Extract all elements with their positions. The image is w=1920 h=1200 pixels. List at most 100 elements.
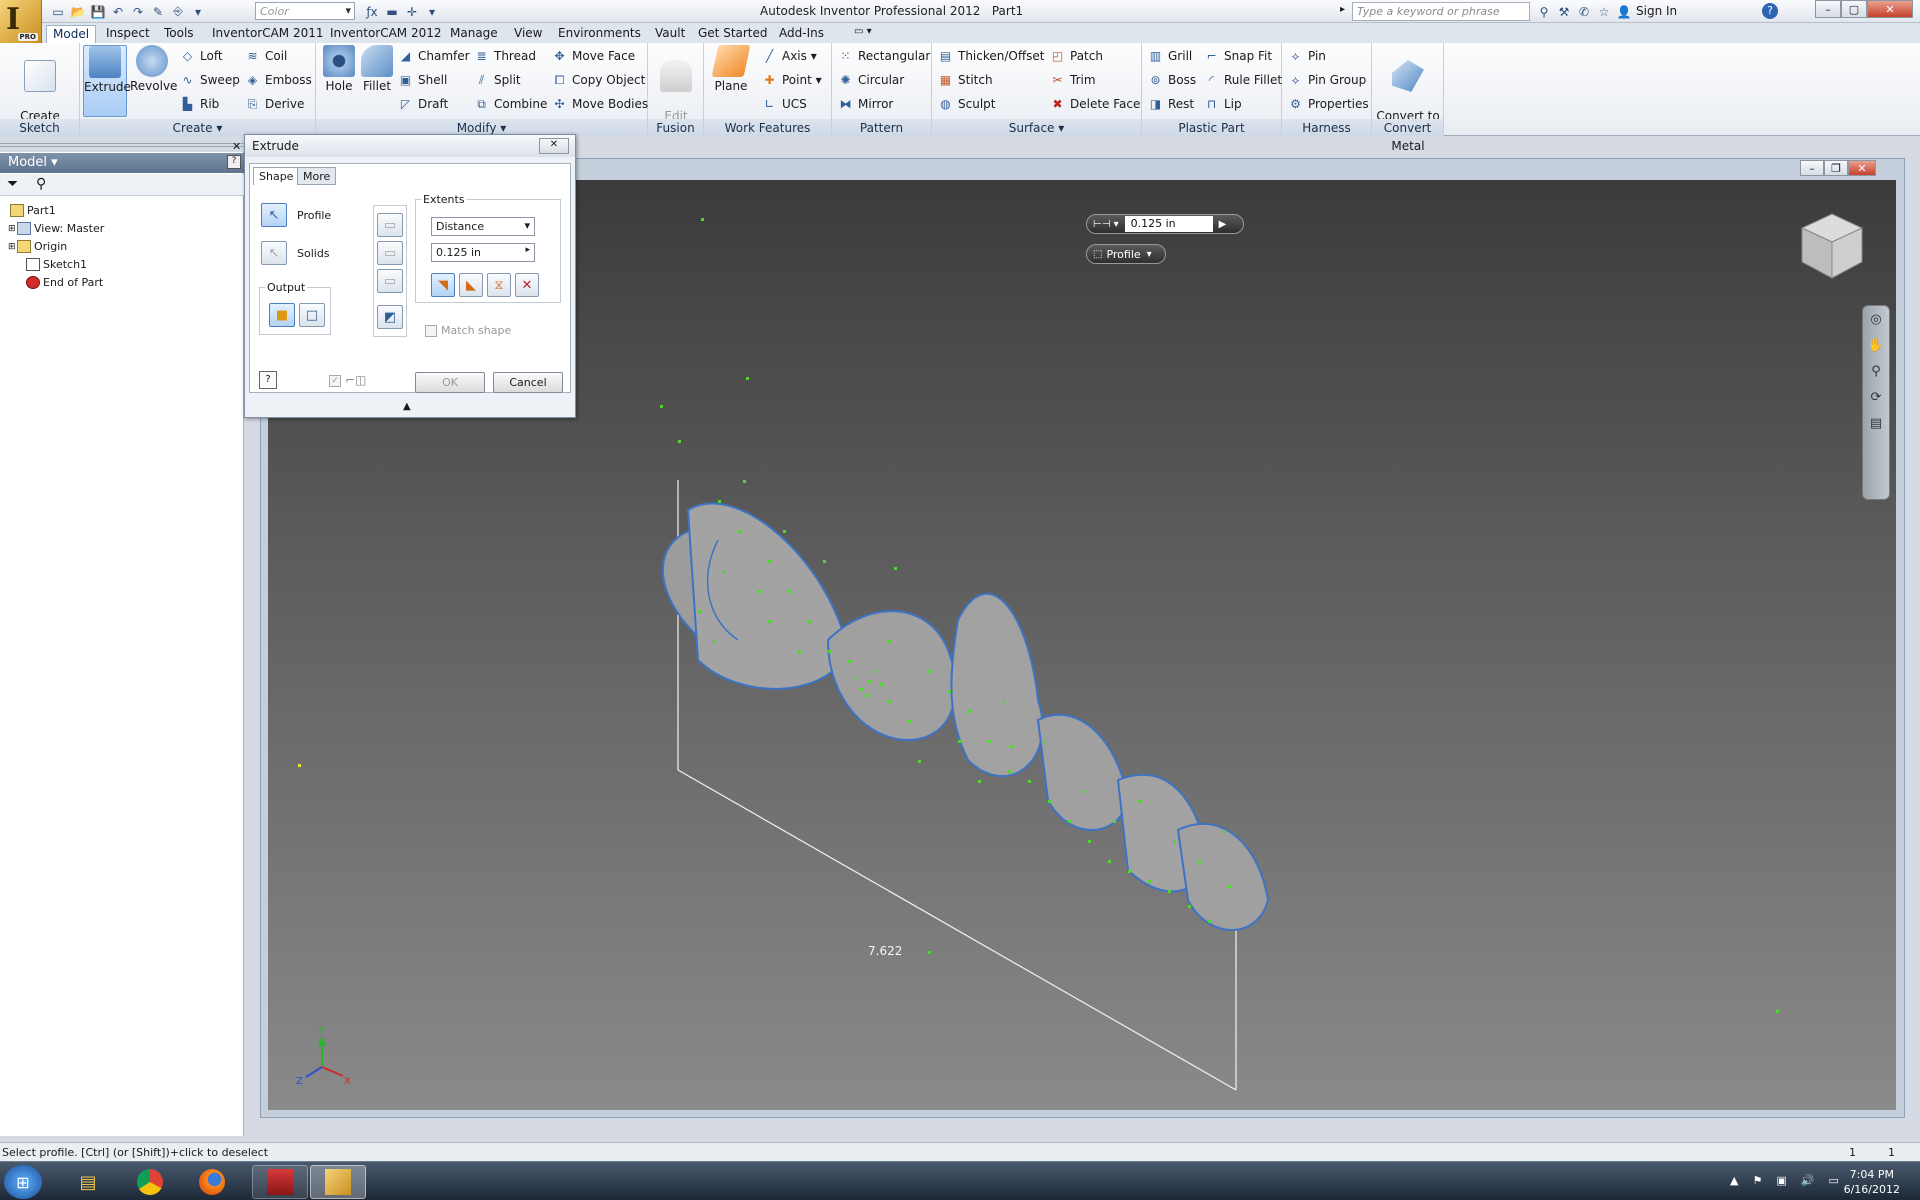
sculpt-button[interactable]: ◍ Sculpt xyxy=(938,93,995,115)
close-button[interactable]: ✕ xyxy=(1867,0,1913,18)
thicken-offset-button[interactable]: ▤ Thicken/Offset xyxy=(938,45,1045,67)
copy-object-button[interactable]: ⧠ Copy Object xyxy=(552,69,646,91)
tab-manage[interactable]: Manage xyxy=(444,25,504,43)
search-expand-icon[interactable]: ▸ xyxy=(1340,4,1345,15)
tab-inventorcam-2012[interactable]: InventorCAM 2012 xyxy=(324,25,448,43)
tree-item-end-of-part[interactable]: End of Part xyxy=(26,276,103,289)
axis-button[interactable]: ╱ Axis ▾ xyxy=(762,45,817,67)
ok-button[interactable]: OK xyxy=(415,372,485,393)
plane-button[interactable]: Plane xyxy=(710,45,752,94)
symmetric-button[interactable]: ⧖ xyxy=(487,273,511,297)
expand-icon[interactable]: ⊞ xyxy=(8,224,17,234)
cancel-button[interactable]: Cancel xyxy=(493,372,563,393)
revolve-button[interactable]: Revolve xyxy=(130,45,177,94)
output-solid-button[interactable]: ■ xyxy=(269,303,295,327)
circular-button[interactable]: ✺ Circular xyxy=(838,69,904,91)
extents-type-select[interactable]: Distance ▾ xyxy=(431,217,535,236)
asymmetric-button[interactable]: ✕ xyxy=(515,273,539,297)
profile-select-button[interactable]: ↖ xyxy=(261,203,287,227)
save-icon[interactable]: 💾 xyxy=(88,3,108,20)
solids-select-button[interactable]: ↖ xyxy=(261,241,287,265)
return-icon[interactable]: ⎆ xyxy=(168,3,188,20)
combine-button[interactable]: ⧉ Combine xyxy=(474,93,547,115)
tree-item-part1[interactable]: Part1 xyxy=(10,204,56,217)
tab-environments[interactable]: Environments xyxy=(552,25,647,43)
split-button[interactable]: ⫽ Split xyxy=(474,69,521,91)
redo-icon[interactable]: ↷ xyxy=(128,3,148,20)
tree-item-sketch1[interactable]: Sketch1 xyxy=(26,258,87,271)
ucs-button[interactable]: ∟ UCS xyxy=(762,93,806,115)
tab-view[interactable]: View xyxy=(508,25,548,43)
taskbar-clock[interactable]: 7:04 PM 6/16/2012 xyxy=(1844,1167,1900,1197)
sign-in-link[interactable]: Sign In xyxy=(1636,4,1677,18)
sketch-profile[interactable] xyxy=(636,496,1270,931)
application-menu-button[interactable]: I PRO xyxy=(0,0,42,44)
move-icon[interactable]: ✛ xyxy=(402,3,422,20)
lip-button[interactable]: ⊓ Lip xyxy=(1204,93,1242,115)
fillet-button[interactable]: Fillet xyxy=(358,45,396,94)
emboss-button[interactable]: ◈ Emboss xyxy=(245,69,312,91)
favorites-icon[interactable]: ☆ xyxy=(1594,3,1614,20)
volume-icon[interactable]: 🔊 xyxy=(1801,1174,1815,1187)
tab-get-started[interactable]: Get Started xyxy=(692,25,774,43)
direction-button-3[interactable]: ▭ xyxy=(377,269,403,293)
browser-grip[interactable] xyxy=(0,143,244,147)
expand-icon[interactable]: ⊞ xyxy=(8,242,17,252)
user-icon[interactable]: 👤 xyxy=(1614,3,1634,20)
draft-button[interactable]: ◸ Draft xyxy=(398,93,448,115)
network-icon[interactable]: ▣ xyxy=(1776,1174,1786,1187)
rectangular-button[interactable]: ⁙ Rectangular xyxy=(838,45,930,67)
dialog-help-button[interactable]: ? xyxy=(259,371,277,389)
boss-button[interactable]: ⊚ Boss xyxy=(1148,69,1196,91)
doc-restore-button[interactable]: ❐ xyxy=(1824,160,1848,176)
browser-help-icon[interactable]: ? xyxy=(227,155,241,169)
tree-item-origin[interactable]: ⊞ Origin xyxy=(8,240,67,253)
extrude-button[interactable]: Extrude xyxy=(83,45,131,117)
rule-fillet-button[interactable]: ◜ Rule Fillet xyxy=(1204,69,1282,91)
autocad-taskbar-button[interactable] xyxy=(252,1165,308,1199)
move-face-button[interactable]: ✥ Move Face xyxy=(552,45,635,67)
maximize-button[interactable]: ▢ xyxy=(1841,0,1867,18)
tab-inspect[interactable]: Inspect xyxy=(100,25,156,43)
browser-close-icon[interactable]: ✕ xyxy=(232,140,241,153)
patch-button[interactable]: ◰ Patch xyxy=(1050,45,1103,67)
shell-button[interactable]: ▣ Shell xyxy=(398,69,447,91)
point-button[interactable]: ✚ Point ▾ xyxy=(762,69,821,91)
hole-button[interactable]: Hole xyxy=(320,45,358,94)
ribbon-options-icon[interactable]: ▭ ▾ xyxy=(848,25,878,43)
direction-2-button[interactable]: ◣ xyxy=(459,273,483,297)
pan-icon[interactable]: ✋ xyxy=(1866,338,1886,358)
mirror-button[interactable]: ⧓ Mirror xyxy=(838,93,894,115)
profile-mini-toolbar[interactable]: ⬚ Profile ▾ xyxy=(1086,244,1166,264)
match-shape-checkbox[interactable] xyxy=(425,325,437,337)
firefox-taskbar-button[interactable] xyxy=(190,1165,234,1199)
tab-shape[interactable]: Shape xyxy=(253,167,300,185)
snap-fit-button[interactable]: ⌐ Snap Fit xyxy=(1204,45,1272,67)
undo-icon[interactable]: ↶ xyxy=(108,3,128,20)
search-input[interactable]: Type a keyword or phrase xyxy=(1352,2,1530,21)
tab-model[interactable]: Model xyxy=(46,25,97,43)
select-icon[interactable]: ▾ xyxy=(188,3,208,20)
grill-button[interactable]: ▥ Grill xyxy=(1148,45,1192,67)
doc-close-button[interactable]: ✕ xyxy=(1848,160,1876,176)
tab-add-ins[interactable]: Add-Ins xyxy=(773,25,830,43)
open-icon[interactable]: 📂 xyxy=(68,3,88,20)
inventor-taskbar-button[interactable] xyxy=(310,1165,366,1199)
distance-type-icon[interactable]: ⊢⊣ ▾ xyxy=(1093,219,1119,230)
customize-icon[interactable]: ▾ xyxy=(422,3,442,20)
pin-button[interactable]: ⟡ Pin xyxy=(1288,45,1326,67)
mini-apply-icon[interactable]: ▶ xyxy=(1219,219,1227,230)
pin-group-button[interactable]: ⟡ Pin Group xyxy=(1288,69,1367,91)
direction-1-button[interactable]: ◥ xyxy=(431,273,455,297)
tree-item-view-master[interactable]: ⊞ View: Master xyxy=(8,222,104,235)
direction-button-1[interactable]: ▭ xyxy=(377,213,403,237)
fx-icon[interactable]: ƒx xyxy=(362,3,382,20)
direction-button-2[interactable]: ▭ xyxy=(377,241,403,265)
action-center-icon[interactable]: ⚑ xyxy=(1752,1174,1762,1187)
trim-button[interactable]: ✂ Trim xyxy=(1050,69,1095,91)
device-icon[interactable]: ▭ xyxy=(1828,1174,1838,1187)
tray-expand-icon[interactable]: ▲ xyxy=(1730,1174,1738,1187)
preview-checkbox[interactable]: ✓ xyxy=(329,375,341,387)
distance-input[interactable]: 0.125 in ▸ xyxy=(431,243,535,262)
start-button[interactable]: ⊞ xyxy=(4,1165,42,1199)
